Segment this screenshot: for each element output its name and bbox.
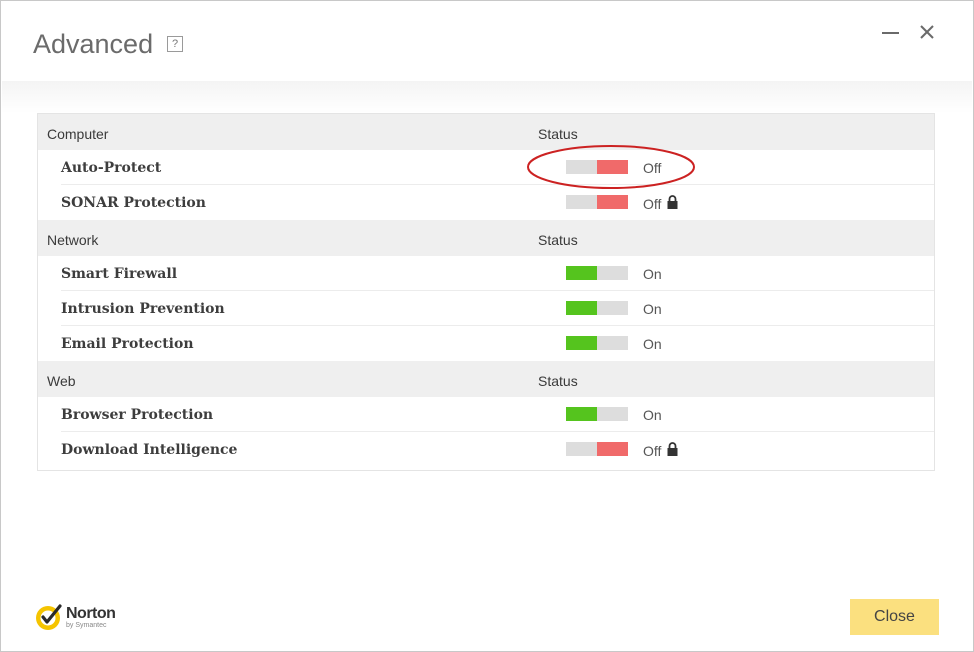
setting-label: Intrusion Prevention [61,301,225,317]
window-title: Advanced [33,28,154,59]
setting-row-browser-protection: Browser Protection On [38,397,934,432]
setting-label: Download Intelligence [61,442,238,458]
toggle-knob-on [566,336,597,350]
minimize-icon[interactable] [880,23,902,43]
setting-label: Email Protection [61,336,194,352]
setting-row-auto-protect: Auto-Protect Off [38,150,934,185]
section-header-computer: Computer Status [38,114,934,150]
norton-logo: Norton by Symantec [34,602,116,632]
logo-sub: by Symantec [66,621,107,629]
download-intelligence-toggle[interactable] [566,442,628,456]
help-icon[interactable]: ? [167,36,184,52]
toggle-knob-on [566,266,597,280]
toggle-knob-off [597,442,628,456]
toggle-knob-on [566,407,597,421]
setting-row-email-protection: Email Protection On [38,326,934,361]
settings-table: Computer Status Auto-Protect Off SONAR Prote… [37,113,935,471]
section-status-header: Status [538,373,578,389]
section-name: Web [47,373,76,389]
header-band [2,81,972,113]
toggle-knob-on [566,301,597,315]
status-value: Off [643,442,662,459]
intrusion-prevention-toggle[interactable] [566,301,628,315]
logo-name: Norton [66,604,116,622]
status-text: On [643,336,662,352]
email-protection-toggle[interactable] [566,336,628,350]
advanced-settings-window: Advanced ? Computer Status Auto-Protect Off… [0,0,974,652]
status-value: Off [643,195,662,212]
status-value: Off [643,160,662,176]
section-status-header: Status [538,126,578,142]
setting-row-smart-firewall: Smart Firewall On [38,256,934,291]
setting-row-download-intelligence: Download Intelligence Off [38,432,934,467]
setting-label: Auto-Protect [61,160,162,176]
auto-protect-toggle[interactable] [566,160,628,174]
setting-label: SONAR Protection [61,195,206,211]
status-text: Off [643,160,661,176]
section-name: Network [47,232,99,248]
status-text: Off [643,195,678,212]
lock-icon [667,442,678,459]
section-header-network: Network Status [38,220,934,256]
toggle-knob-off [597,160,628,174]
sonar-protection-toggle[interactable] [566,195,628,209]
status-text: On [643,266,662,282]
smart-firewall-toggle[interactable] [566,266,628,280]
norton-check-icon [36,604,62,630]
section-header-web: Web Status [38,361,934,397]
setting-label: Smart Firewall [61,266,178,282]
section-name: Computer [47,126,109,142]
browser-protection-toggle[interactable] [566,407,628,421]
status-value: On [643,336,662,352]
status-text: Off [643,442,678,459]
status-value: On [643,407,662,423]
setting-row-intrusion-prevention: Intrusion Prevention On [38,291,934,326]
close-icon[interactable] [915,19,939,45]
status-text: On [643,407,662,423]
close-button[interactable]: Close [850,599,939,635]
toggle-knob-off [597,195,628,209]
status-text: On [643,301,662,317]
title-row: Advanced ? [33,27,184,61]
setting-label: Browser Protection [61,407,214,423]
section-status-header: Status [538,232,578,248]
lock-icon [667,195,678,212]
status-value: On [643,266,662,282]
status-value: On [643,301,662,317]
setting-row-sonar-protection: SONAR Protection Off [38,185,934,220]
